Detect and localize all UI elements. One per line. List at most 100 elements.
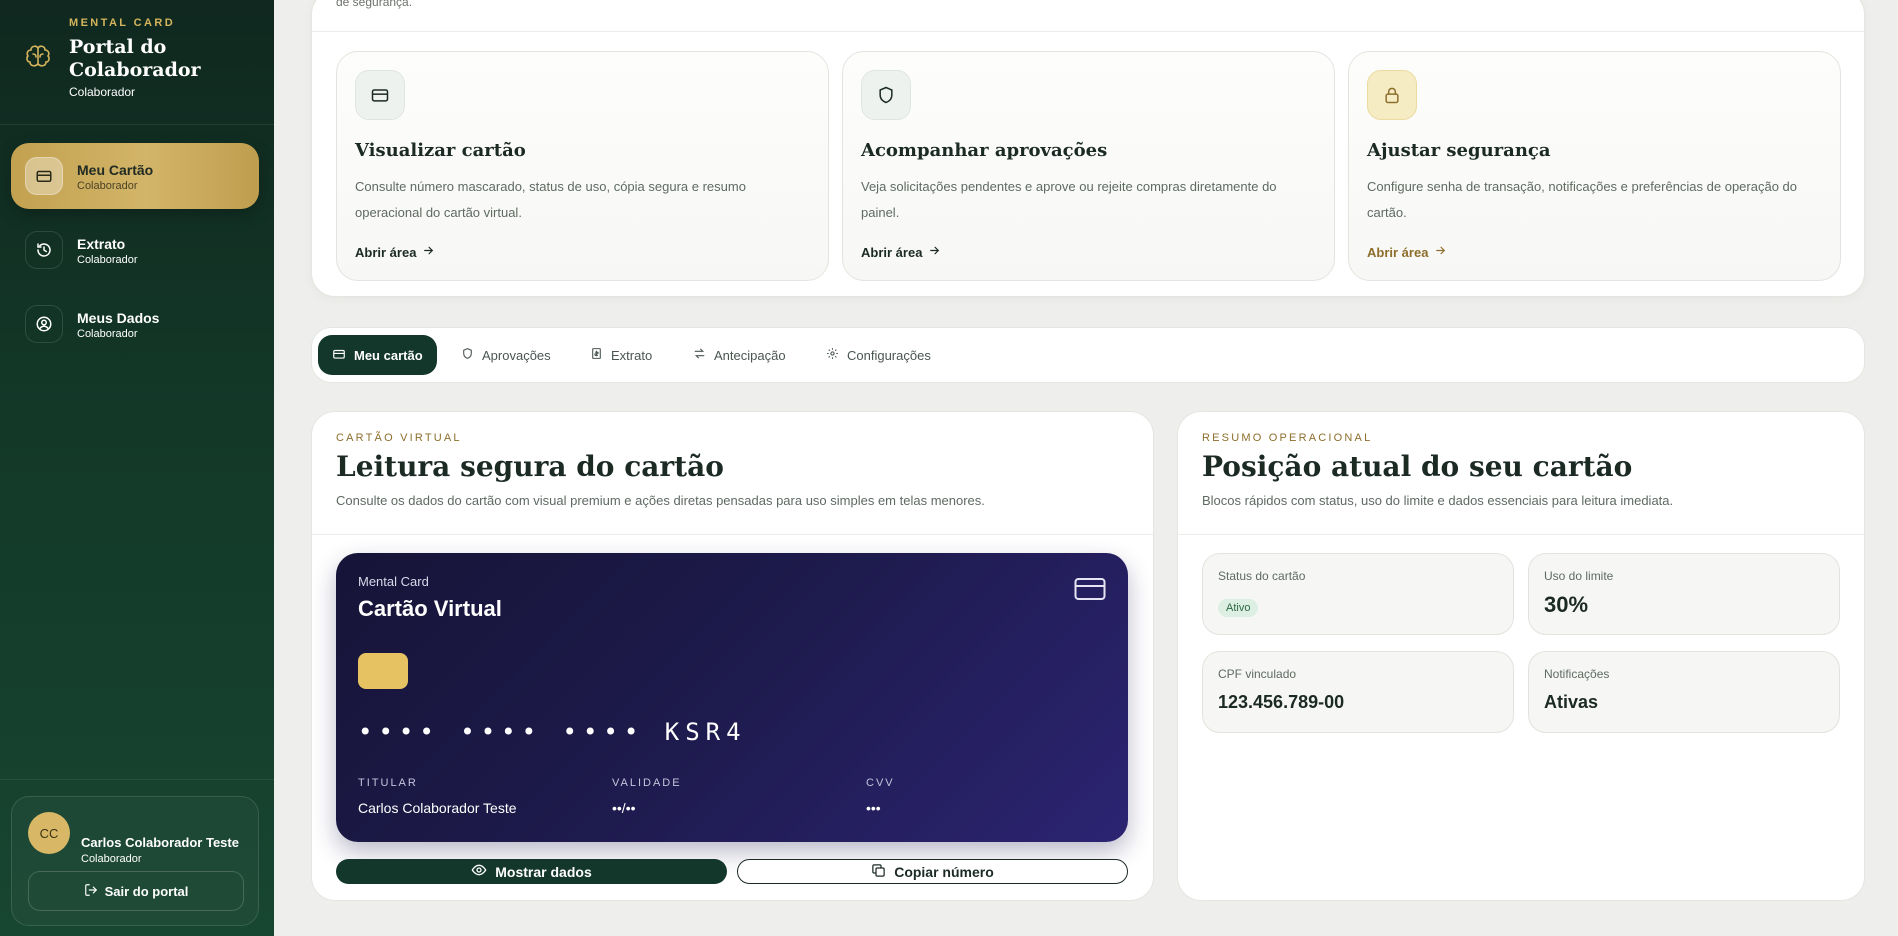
lock-icon xyxy=(1367,70,1417,120)
user-name: Carlos Colaborador Teste xyxy=(81,835,239,850)
sidebar-item-sub: Colaborador xyxy=(77,254,138,266)
panel-eyebrow: RESUMO OPERACIONAL xyxy=(1202,432,1373,444)
arrow-right-icon xyxy=(928,244,941,260)
logout-label: Sair do portal xyxy=(104,883,189,899)
sidebar-item-label: Meus Dados xyxy=(77,310,160,326)
sidebar-item-sub: Colaborador xyxy=(77,180,138,192)
tab-label: Antecipação xyxy=(714,347,786,363)
quick-card-visualizar[interactable]: Visualizar cartão Consulte número mascar… xyxy=(336,51,829,281)
quick-card-title: Ajustar segurança xyxy=(1367,140,1551,161)
tab-extrato[interactable]: Extrato xyxy=(576,335,666,375)
show-data-button[interactable]: Mostrar dados xyxy=(336,859,727,884)
expiry-label: VALIDADE xyxy=(612,777,682,789)
tab-bar: Meu cartão Aprovações Extrato Antecipaçã… xyxy=(311,327,1865,383)
quick-card-seguranca[interactable]: Ajustar segurança Configure senha de tra… xyxy=(1348,51,1841,281)
sidebar-item-meu-cartao[interactable]: Meu Cartão Colaborador xyxy=(11,143,259,209)
divider xyxy=(1178,534,1864,535)
sidebar-item-meus-dados[interactable]: Meus Dados Colaborador xyxy=(11,291,259,357)
brand: MENTAL CARD Portal do Colaborador Colabo… xyxy=(0,0,274,125)
status-badge: Ativo xyxy=(1218,599,1259,617)
brand-subtitle: Colaborador xyxy=(69,85,136,99)
card-icon xyxy=(355,70,405,120)
logout-button[interactable]: Sair do portal xyxy=(28,871,244,911)
card-chip xyxy=(358,653,408,689)
open-area-link[interactable]: Abrir área xyxy=(1367,244,1447,260)
sidebar-item-label: Meu Cartão xyxy=(77,162,154,178)
card-icon xyxy=(1074,577,1106,606)
copy-icon xyxy=(871,863,886,881)
quick-card-desc: Consulte número mascarado, status de uso… xyxy=(355,179,746,220)
stat-label: Status do cartão xyxy=(1218,569,1306,583)
sidebar-item-sub: Colaborador xyxy=(77,328,138,340)
cvv-value: ••• xyxy=(866,800,881,816)
open-area-link[interactable]: Abrir área xyxy=(861,244,941,260)
avatar: CC xyxy=(28,812,70,854)
gear-icon xyxy=(826,347,839,363)
open-area-link[interactable]: Abrir área xyxy=(355,244,435,260)
tab-label: Extrato xyxy=(611,347,653,363)
tab-aprovacoes[interactable]: Aprovações xyxy=(447,335,565,375)
holder-label: TITULAR xyxy=(358,777,418,789)
panel-eyebrow: CARTÃO VIRTUAL xyxy=(336,432,462,444)
brand-eyebrow: MENTAL CARD xyxy=(69,17,176,29)
receipt-icon xyxy=(590,347,603,363)
history-icon xyxy=(25,231,63,269)
sidebar: MENTAL CARD Portal do Colaborador Colabo… xyxy=(0,0,274,936)
tab-label: Meu cartão xyxy=(354,347,423,363)
card-name: Cartão Virtual xyxy=(358,596,502,621)
panel-subtitle: Consulte os dados do cartão com visual p… xyxy=(336,493,985,508)
brain-icon xyxy=(22,42,54,74)
tab-label: Configurações xyxy=(847,347,931,363)
card-brand: Mental Card xyxy=(358,574,429,589)
panel-title: Posição atual do seu cartão xyxy=(1202,450,1633,483)
card-icon xyxy=(332,347,346,364)
summary-panel: RESUMO OPERACIONAL Posição atual do seu … xyxy=(1177,411,1865,901)
quick-access-section: de segurança. Visualizar cartão Consulte… xyxy=(311,0,1865,297)
tab-label: Aprovações xyxy=(482,347,551,363)
quick-card-title: Acompanhar aprovações xyxy=(861,140,1108,161)
shield-icon xyxy=(861,70,911,120)
user-role: Colaborador xyxy=(81,853,142,865)
show-data-label: Mostrar dados xyxy=(495,863,592,880)
stat-value: 123.456.789-00 xyxy=(1218,692,1345,712)
quick-card-desc: Configure senha de transação, notificaçõ… xyxy=(1367,179,1798,220)
tab-meu-cartao[interactable]: Meu cartão xyxy=(318,335,437,375)
swap-icon xyxy=(693,347,706,363)
stat-value: Ativas xyxy=(1544,692,1599,712)
user-card: CC Carlos Colaborador Teste Colaborador … xyxy=(11,796,259,926)
open-area-label: Abrir área xyxy=(861,244,923,260)
sidebar-footer: CC Carlos Colaborador Teste Colaborador … xyxy=(0,779,274,936)
panel-subtitle: Blocos rápidos com status, uso do limite… xyxy=(1202,493,1674,508)
divider xyxy=(312,534,1153,535)
stat-value: 30% xyxy=(1544,592,1589,617)
stat-card-limit: Uso do limite 30% xyxy=(1528,553,1840,635)
expiry-value: ••/•• xyxy=(612,800,636,816)
cvv-label: CVV xyxy=(866,777,895,789)
copy-number-button[interactable]: Copiar número xyxy=(737,859,1128,884)
virtual-card: Mental Card Cartão Virtual •••• •••• •••… xyxy=(336,553,1128,842)
stat-label: Notificações xyxy=(1544,667,1610,681)
user-circle-icon xyxy=(25,305,63,343)
divider xyxy=(312,31,1864,32)
quick-card-aprovacoes[interactable]: Acompanhar aprovações Veja solicitações … xyxy=(842,51,1335,281)
quick-card-desc: Veja solicitações pendentes e aprove ou … xyxy=(861,179,1277,220)
card-icon xyxy=(25,157,63,195)
card-number: •••• •••• •••• KSR4 xyxy=(358,718,747,746)
open-area-label: Abrir área xyxy=(355,244,417,260)
eye-icon xyxy=(471,862,487,881)
arrow-right-icon xyxy=(422,244,435,260)
open-area-label: Abrir área xyxy=(1367,244,1429,260)
holder-value: Carlos Colaborador Teste xyxy=(358,800,517,816)
tab-antecipacao[interactable]: Antecipação xyxy=(679,335,800,375)
stat-card-notifications: Notificações Ativas xyxy=(1528,651,1840,733)
stat-card-cpf: CPF vinculado 123.456.789-00 xyxy=(1202,651,1514,733)
quick-card-title: Visualizar cartão xyxy=(355,140,526,161)
sidebar-item-label: Extrato xyxy=(77,236,126,252)
arrow-right-icon xyxy=(1434,244,1447,260)
section-partial-text: de segurança. xyxy=(336,0,413,9)
stat-label: CPF vinculado xyxy=(1218,667,1297,681)
tab-configuracoes[interactable]: Configurações xyxy=(812,335,945,375)
brand-title: Portal do Colaborador xyxy=(69,36,201,81)
sidebar-item-extrato[interactable]: Extrato Colaborador xyxy=(11,217,259,283)
virtual-card-panel: CARTÃO VIRTUAL Leitura segura do cartão … xyxy=(311,411,1154,901)
